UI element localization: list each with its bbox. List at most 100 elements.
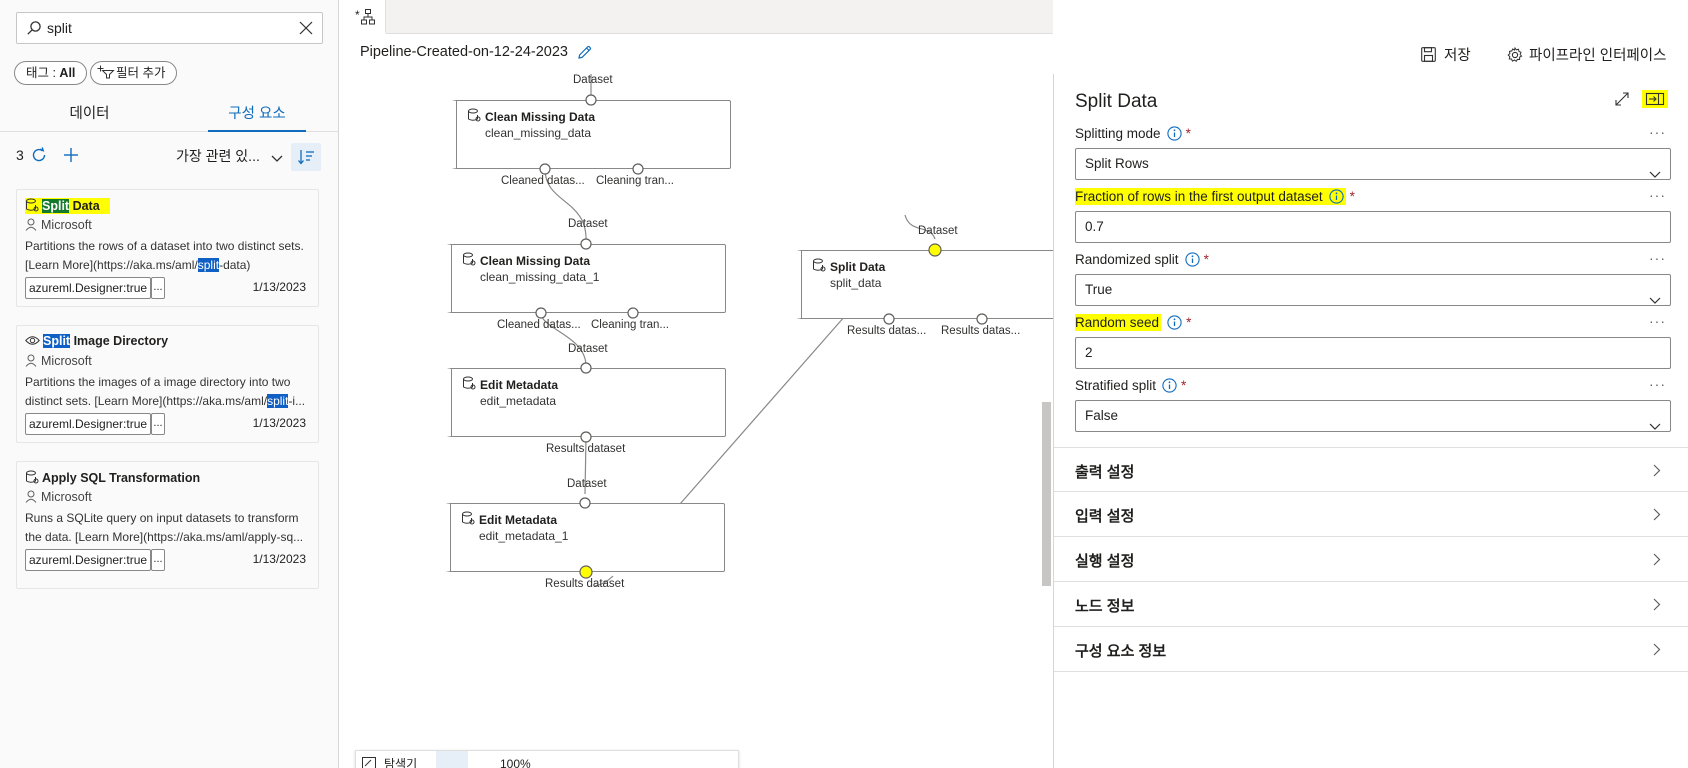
- card-more-tags[interactable]: ...: [151, 277, 165, 299]
- sort-order-button[interactable]: [291, 143, 321, 171]
- stratified-split-select[interactable]: False: [1075, 400, 1671, 432]
- node-split-data[interactable]: Split Data split_data: [796, 250, 1066, 319]
- info-icon[interactable]: [1167, 315, 1182, 333]
- search-input[interactable]: [47, 18, 287, 38]
- library-tabs: 데이터 구성 요소: [0, 102, 339, 132]
- pipeline-interface-label: 파이프라인 인터페이스: [1529, 48, 1667, 64]
- card-desc-highlight: split: [197, 258, 220, 272]
- field-more-icon[interactable]: ···: [1649, 313, 1666, 329]
- section-label: 실행 설정: [1075, 553, 1135, 570]
- edit-icon[interactable]: [577, 45, 592, 63]
- node-edit-metadata[interactable]: Edit Metadata edit_metadata: [446, 368, 726, 437]
- node-clean-missing-data[interactable]: Clean Missing Data clean_missing_data: [451, 100, 731, 169]
- section-node-info[interactable]: 노드 정보: [1054, 582, 1688, 627]
- pipeline-document-tab[interactable]: *: [340, 0, 386, 34]
- node-clean-missing-data-1[interactable]: Clean Missing Data clean_missing_data_1: [446, 244, 726, 313]
- card-author: Microsoft: [25, 218, 92, 234]
- save-button[interactable]: 저장: [1421, 44, 1471, 66]
- required-mark: *: [1186, 315, 1192, 330]
- select-value: False: [1085, 408, 1119, 423]
- component-card-apply-sql[interactable]: Apply SQL Transformation Microsoft Runs …: [16, 461, 319, 589]
- info-icon[interactable]: [1184, 252, 1200, 270]
- card-more-tags[interactable]: ...: [151, 549, 165, 571]
- card-desc-line2: the data. [Learn More](https://aka.ms/am…: [25, 530, 304, 544]
- expand-icon[interactable]: [1615, 92, 1629, 109]
- card-date: 1/13/2023: [252, 552, 306, 566]
- refresh-icon[interactable]: [30, 146, 48, 167]
- search-icon: [26, 20, 42, 39]
- random-seed-input[interactable]: 2: [1075, 337, 1671, 369]
- component-card-split-image-directory[interactable]: Split Image Directory Microsoft Partitio…: [16, 325, 319, 443]
- port-label: Dataset: [568, 218, 608, 230]
- card-title-rest: Data: [69, 199, 100, 213]
- filter-icon: [97, 64, 115, 86]
- card-author: Microsoft: [25, 490, 92, 506]
- pan-icon[interactable]: [436, 751, 468, 768]
- panel-title: Split Data: [1075, 91, 1158, 112]
- module-icon: [467, 108, 481, 125]
- result-count: 3: [16, 147, 24, 163]
- card-date: 1/13/2023: [252, 416, 306, 430]
- input-value: 0.7: [1085, 219, 1104, 234]
- port-label: Results datas...: [941, 325, 1021, 337]
- person-icon: [25, 354, 37, 370]
- randomized-split-select[interactable]: True: [1075, 274, 1671, 306]
- tab-components[interactable]: 구성 요소: [208, 102, 306, 132]
- explorer-label[interactable]: 탐색기: [384, 755, 417, 768]
- tab-data[interactable]: 데이터: [22, 102, 157, 132]
- chevron-down-icon[interactable]: [271, 151, 283, 166]
- pipeline-canvas-area: * Pipeline-Created-on-12-24-2023 Dataset…: [340, 0, 1066, 768]
- document-tab-bar: [340, 0, 1053, 34]
- card-desc-part: distinct sets. [Learn More](https://aka.…: [25, 394, 268, 408]
- field-more-icon[interactable]: ···: [1649, 187, 1666, 203]
- card-title-highlight: Split: [42, 199, 70, 213]
- port-label: Dataset: [568, 343, 608, 355]
- field-more-icon[interactable]: ···: [1649, 250, 1666, 266]
- node-id: clean_missing_data_1: [480, 270, 600, 284]
- field-more-icon[interactable]: ···: [1649, 124, 1666, 140]
- chevron-right-icon: [1653, 553, 1661, 569]
- splitting-mode-select[interactable]: Split Rows: [1075, 148, 1671, 180]
- dock-icon[interactable]: [1642, 90, 1668, 108]
- fraction-input[interactable]: 0.7: [1075, 211, 1671, 243]
- chevron-right-icon: [1653, 643, 1661, 659]
- chevron-down-icon: [1649, 412, 1661, 442]
- tag-filter-value: All: [59, 66, 76, 80]
- section-run-settings[interactable]: 실행 설정: [1054, 537, 1688, 582]
- field-label-splitting-mode: Splitting mode *: [1075, 126, 1191, 144]
- info-icon[interactable]: [1166, 126, 1182, 144]
- add-filter-pill[interactable]: 필터 추가: [90, 61, 178, 86]
- field-label-randomized-split: Randomized split *: [1075, 252, 1209, 270]
- zoom-level[interactable]: 100%: [500, 757, 531, 768]
- section-component-info[interactable]: 구성 요소 정보: [1054, 627, 1688, 672]
- card-desc-line2: [Learn More](https://aka.ms/aml/split-da…: [25, 256, 317, 275]
- node-edit-metadata-1[interactable]: Edit Metadata edit_metadata_1: [445, 503, 725, 572]
- pipeline-icon: [361, 9, 375, 28]
- section-label: 노드 정보: [1075, 598, 1135, 615]
- component-card-split-data[interactable]: Split Data Microsoft Partitions the rows…: [16, 189, 319, 307]
- field-label-text: Splitting mode: [1075, 126, 1161, 141]
- card-author-name: Microsoft: [41, 490, 92, 504]
- sort-dropdown[interactable]: 가장 관련 있...: [176, 146, 260, 166]
- add-icon[interactable]: [62, 146, 80, 167]
- card-tag: azureml.Designer:true: [25, 277, 152, 299]
- node-name: Clean Missing Data: [485, 110, 596, 124]
- canvas-scrollbar[interactable]: [1042, 402, 1051, 586]
- tag-filter-prefix: 태그 :: [26, 66, 60, 80]
- info-icon[interactable]: [1162, 378, 1177, 396]
- pipeline-interface-button[interactable]: 파이프라인 인터페이스: [1507, 44, 1666, 67]
- explorer-icon[interactable]: [362, 757, 376, 768]
- clear-icon[interactable]: [299, 21, 313, 38]
- search-box[interactable]: [16, 12, 323, 44]
- info-icon[interactable]: [1328, 189, 1344, 207]
- field-label-stratified-split: Stratified split *: [1075, 378, 1186, 396]
- card-more-tags[interactable]: ...: [151, 413, 165, 435]
- section-output-settings[interactable]: 출력 설정: [1054, 447, 1688, 492]
- chevron-down-icon: [1649, 286, 1661, 316]
- module-icon: [812, 258, 826, 275]
- gear-icon: [1507, 46, 1523, 67]
- field-more-icon[interactable]: ···: [1649, 376, 1666, 392]
- node-name: Edit Metadata: [479, 513, 558, 527]
- section-input-settings[interactable]: 입력 설정: [1054, 492, 1688, 537]
- tag-filter-pill[interactable]: 태그 : All: [14, 61, 88, 85]
